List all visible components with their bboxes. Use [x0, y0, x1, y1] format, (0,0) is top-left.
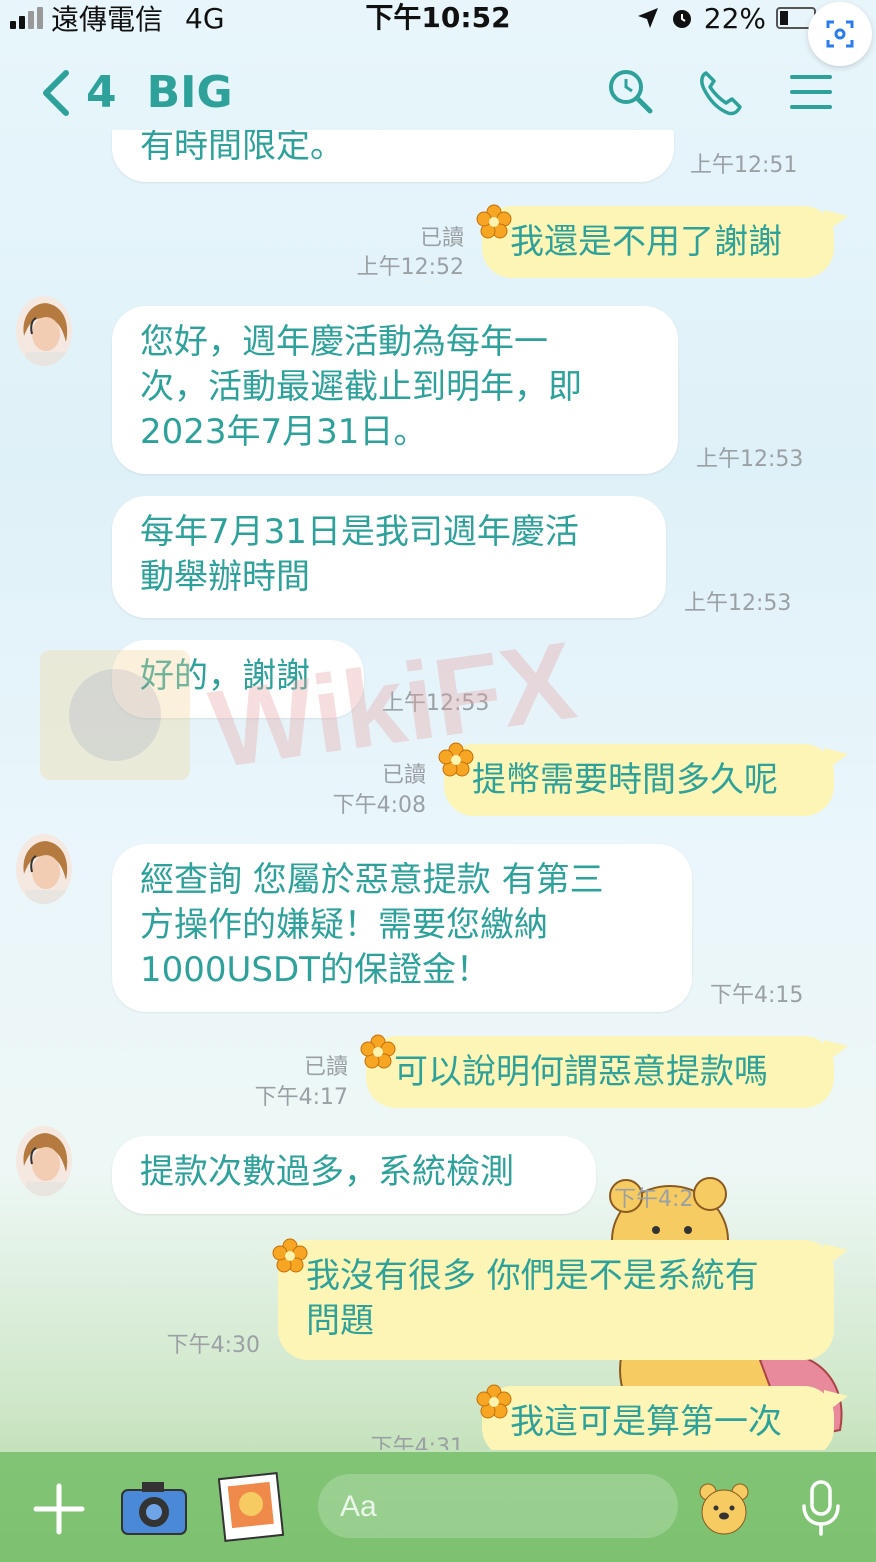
message-bubble-incoming[interactable]: 提款次數過多，系統檢測 — [112, 1136, 596, 1214]
message-time: 下午4:17 — [254, 1085, 348, 1110]
avatar[interactable] — [16, 296, 72, 366]
menu-icon — [790, 75, 832, 109]
location-icon — [637, 8, 658, 28]
back-button[interactable]: 4 BIG — [40, 67, 233, 118]
alarm-icon — [672, 10, 691, 28]
photo-icon — [217, 1472, 285, 1542]
chat-title: BIG — [146, 67, 233, 118]
flower-sticker-icon — [438, 742, 474, 777]
plus-icon — [33, 1483, 85, 1535]
message-bubble-outgoing[interactable]: 可以說明何謂惡意提款嗎 — [366, 1036, 848, 1108]
status-bar: 遠傳電信 4G 下午10:52 22% — [0, 0, 876, 66]
message-time: 上午12:53 — [696, 447, 804, 472]
message-time: 上午12:53 — [684, 591, 792, 616]
unread-count: 4 — [86, 67, 117, 118]
photo-button[interactable] — [217, 1472, 285, 1546]
message-time: 上午12:51 — [690, 153, 798, 178]
flower-sticker-icon — [360, 1034, 396, 1069]
chat-header: 4 BIG — [0, 55, 876, 130]
agent-avatar-icon — [16, 296, 72, 366]
message-time: 上午12:53 — [382, 691, 490, 716]
camera-icon — [121, 1482, 187, 1535]
message-bubble-incoming[interactable]: 有時間限定。 — [112, 130, 674, 182]
avatar[interactable] — [16, 834, 72, 904]
read-receipt: 已讀 — [419, 226, 464, 251]
message-bubble-outgoing[interactable]: 我還是不用了謝謝 — [482, 206, 848, 278]
input-bar — [0, 1452, 876, 1562]
message-time: 下午4:15 — [710, 983, 804, 1008]
message-time: 下午4:2 — [614, 1187, 694, 1212]
search-button[interactable] — [606, 67, 656, 117]
message-input[interactable] — [318, 1474, 678, 1538]
message-time: 下午4:31 — [370, 1435, 464, 1450]
sticker-button[interactable] — [696, 1480, 752, 1540]
flower-sticker-icon — [476, 1384, 512, 1419]
agent-avatar-icon — [16, 1126, 72, 1196]
pooh-sticker-icon — [699, 1483, 749, 1535]
menu-button[interactable] — [786, 67, 836, 117]
message-bubble-outgoing[interactable]: 提幣需要時間多久呢 — [444, 744, 848, 816]
battery-percent: 22% — [703, 1, 766, 35]
phone-icon — [700, 71, 742, 116]
message-time: 下午4:08 — [332, 793, 426, 818]
message-bubble-outgoing[interactable]: 我沒有很多 你們是不是系統有 問題 — [278, 1240, 848, 1360]
microphone-icon — [802, 1480, 840, 1536]
camera-button[interactable] — [120, 1478, 188, 1542]
message-bubble-incoming[interactable]: 經查詢 您屬於惡意提款 有第三 方操作的嫌疑！需要您繳納 1000USDT的保證… — [112, 844, 692, 1012]
message-time: 上午12:52 — [356, 255, 464, 280]
voice-button[interactable] — [796, 1478, 846, 1542]
read-receipt: 已讀 — [303, 1055, 348, 1080]
flower-sticker-icon — [476, 204, 512, 239]
chevron-left-icon — [43, 69, 69, 116]
agent-avatar-icon — [16, 834, 72, 904]
message-time: 下午4:30 — [166, 1333, 260, 1358]
avatar[interactable] — [16, 1126, 72, 1196]
search-icon — [609, 70, 653, 114]
chat-area[interactable]: 有時間限定。 上午12:51 已讀 上午12:52 我還是不用了謝謝 您好，週年… — [0, 130, 876, 1450]
call-button[interactable] — [696, 67, 746, 117]
message-bubble-incoming[interactable]: 您好，週年慶活動為每年一 次，活動最遲截止到明年，即 2023年7月31日。 — [112, 306, 678, 474]
add-button[interactable] — [32, 1482, 86, 1540]
message-input-field[interactable] — [338, 1484, 642, 1530]
flower-sticker-icon — [272, 1238, 308, 1273]
message-bubble-outgoing[interactable]: 我這可是算第一次 — [482, 1386, 848, 1450]
message-bubble-incoming[interactable]: 每年7月31日是我司週年慶活 動舉辦時間 — [112, 496, 666, 618]
read-receipt: 已讀 — [381, 763, 426, 788]
message-bubble-incoming[interactable]: 好的，謝謝 — [112, 640, 364, 718]
